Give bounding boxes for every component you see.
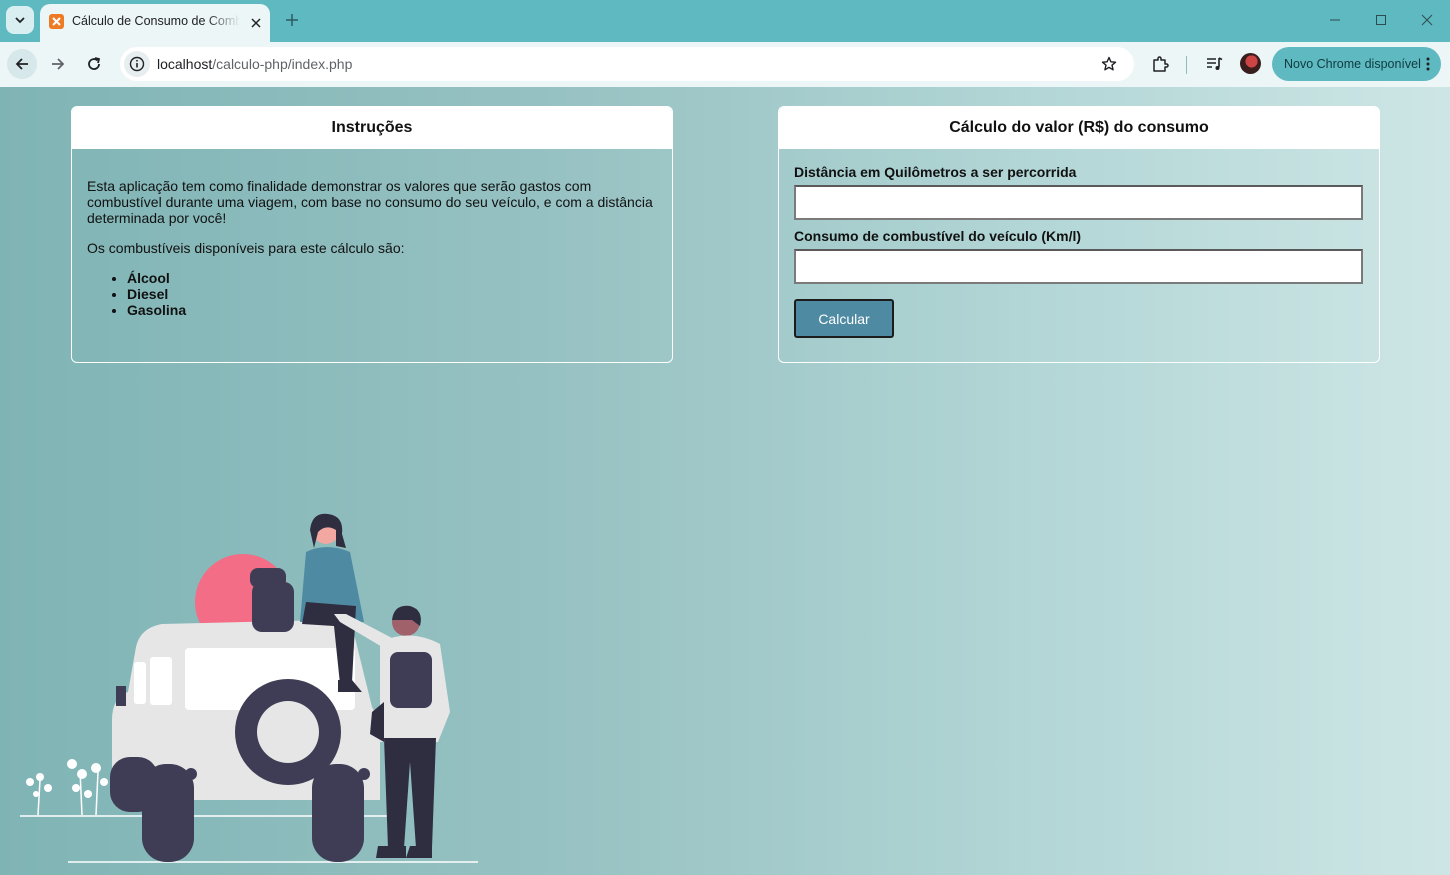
instructions-paragraph: Esta aplicação tem como finalidade demon… (87, 178, 653, 226)
man-shoe (376, 846, 406, 858)
url-path: /calculo-php/index.php (212, 56, 353, 72)
jeep-window (134, 662, 146, 704)
travel-jeep-illustration (20, 513, 478, 863)
jeep-window (150, 657, 172, 705)
tab-search-button[interactable] (6, 6, 34, 34)
tail-light (169, 768, 181, 780)
xampp-favicon-icon (49, 14, 64, 29)
spare-wheel-hub (257, 701, 319, 763)
roof-backpack-top (250, 568, 286, 588)
fuel-item: Gasolina (127, 302, 657, 318)
fuel-item: Diesel (127, 286, 657, 302)
consumption-label: Consumo de combustível do veículo (Km/l) (794, 228, 1082, 244)
chevron-down-icon (15, 17, 25, 24)
url-host: localhost (157, 56, 213, 72)
bookmark-star-icon[interactable] (1098, 53, 1120, 75)
fuels-intro: Os combustíveis disponíveis para este cá… (87, 240, 405, 256)
close-window-icon[interactable] (1412, 6, 1442, 34)
forward-arrow-icon[interactable] (43, 49, 73, 79)
url-text: localhost/calculo-php/index.php (157, 56, 352, 72)
calculator-form: Distância em Quilômetros a ser percorrid… (794, 164, 1364, 338)
media-controls-icon[interactable] (1201, 51, 1227, 77)
jeep-wheel (312, 764, 364, 862)
calculator-title: Cálculo do valor (R$) do consumo (779, 107, 1379, 149)
man-shoe (406, 846, 432, 858)
address-bar[interactable]: localhost/calculo-php/index.php (120, 47, 1134, 81)
jeep-mirror (116, 686, 126, 706)
man-legs (384, 738, 436, 848)
maximize-icon[interactable] (1366, 6, 1396, 34)
minimize-icon[interactable] (1320, 6, 1350, 34)
distance-label: Distância em Quilômetros a ser percorrid… (794, 164, 1077, 180)
instructions-title: Instruções (72, 107, 672, 149)
more-vertical-icon[interactable] (1423, 55, 1433, 73)
extensions-puzzle-icon[interactable] (1147, 51, 1173, 77)
profile-avatar[interactable] (1240, 53, 1261, 74)
toolbar-separator (1186, 56, 1187, 74)
browser-toolbar: localhost/calculo-php/index.php Novo Chr… (0, 42, 1450, 87)
instructions-body: Esta aplicação tem como finalidade demon… (72, 149, 672, 318)
distance-input[interactable] (794, 185, 1363, 220)
jeep-wheel (142, 764, 194, 862)
tab-title: Cálculo de Consumo de Combustível (72, 14, 240, 28)
consumption-input[interactable] (794, 249, 1363, 284)
back-arrow-icon[interactable] (7, 49, 37, 79)
instructions-card: Instruções Esta aplicação tem como final… (71, 106, 673, 363)
reload-icon[interactable] (79, 49, 109, 79)
tail-light (358, 768, 370, 780)
browser-tab-bar: Cálculo de Consumo de Combustível (0, 0, 1450, 42)
tail-light (342, 768, 354, 780)
page-content: Instruções Esta aplicação tem como final… (0, 87, 1450, 875)
new-tab-plus-icon[interactable] (281, 9, 303, 31)
close-tab-icon[interactable] (246, 13, 266, 33)
calculator-card: Cálculo do valor (R$) do consumo Distânc… (778, 106, 1380, 363)
chrome-update-label: Novo Chrome disponível (1284, 57, 1421, 71)
fuel-list: Álcool Diesel Gasolina (87, 270, 657, 318)
plant-decoration (26, 759, 108, 798)
site-info-icon[interactable] (124, 51, 150, 77)
man-backpack (390, 652, 432, 708)
tail-light (185, 768, 197, 780)
fuel-item: Álcool (127, 270, 657, 286)
browser-tab[interactable]: Cálculo de Consumo de Combustível (40, 4, 270, 42)
chrome-update-button[interactable]: Novo Chrome disponível (1272, 47, 1441, 81)
roof-backpack (252, 582, 294, 632)
calculate-button[interactable]: Calcular (794, 299, 894, 338)
